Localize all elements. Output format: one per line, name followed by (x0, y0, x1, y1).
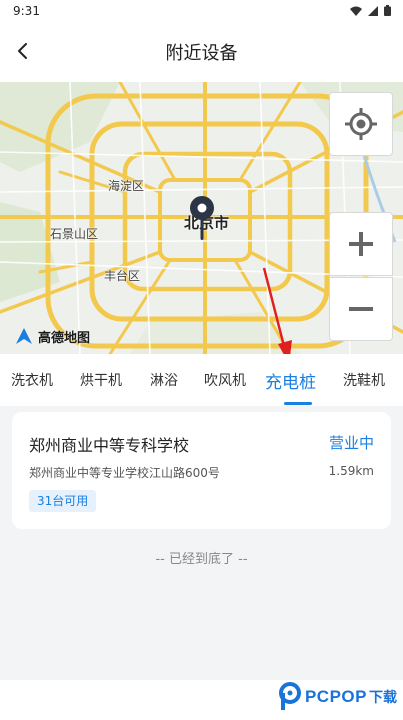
status-icons (350, 5, 391, 16)
tab-washer[interactable]: 洗衣机 (11, 370, 53, 390)
zoom-in-button[interactable] (329, 212, 393, 276)
watermark-suffix: 下载 (369, 690, 397, 706)
zoom-out-button[interactable] (329, 277, 393, 341)
tab-charging-pile[interactable]: 充电桩 (265, 368, 316, 393)
category-tabs: 洗衣机 烘干机 淋浴 吹风机 充电桩 洗鞋机 (0, 354, 403, 406)
map-label-fengtai: 丰台区 (104, 269, 141, 283)
availability-badge: 31台可用 (29, 490, 97, 512)
plus-icon (349, 232, 373, 256)
results-list: 郑州商业中等专科学校 营业中 郑州商业中等专业学校江山路600号 1.59km … (0, 406, 403, 680)
map-label-haidian: 海淀区 (108, 179, 145, 193)
end-of-list-note: -- 已经到底了 -- (155, 552, 248, 567)
map-view[interactable]: 海淀区 石景山区 丰台区 北京市 高德地图 (0, 82, 403, 354)
tab-shower[interactable]: 淋浴 (150, 370, 178, 390)
amap-logo-icon (16, 328, 32, 344)
location-pin-icon[interactable] (188, 194, 216, 242)
map-logo: 高德地图 (14, 326, 90, 346)
location-distance: 1.59km (328, 464, 374, 478)
crosshair-icon (345, 108, 377, 140)
status-time: 9:31 (13, 4, 40, 18)
page-title: 附近设备 (165, 43, 238, 64)
location-address: 郑州商业中等专业学校江山路600号 (29, 466, 220, 480)
nav-bar: 附近设备 (0, 24, 403, 82)
location-name: 郑州商业中等专科学校 (29, 436, 190, 455)
wifi-icon (350, 6, 362, 16)
tab-dryer[interactable]: 烘干机 (80, 370, 122, 390)
map-logo-text: 高德地图 (38, 330, 91, 346)
status-badge: 营业中 (328, 434, 374, 452)
minus-icon (349, 307, 373, 311)
status-bar: 9:31 (0, 0, 403, 24)
tab-hair-dryer[interactable]: 吹风机 (204, 370, 246, 390)
bottom-bar: PCPOP 下载 (0, 680, 403, 720)
map-label-shijingshan: 石景山区 (50, 227, 99, 241)
signal-icon (368, 5, 378, 16)
device-location-card[interactable]: 郑州商业中等专科学校 营业中 郑州商业中等专业学校江山路600号 1.59km … (12, 412, 391, 529)
locate-button[interactable] (329, 92, 393, 156)
tab-active-indicator (284, 402, 312, 405)
battery-icon (384, 5, 391, 16)
tab-shoe-washer[interactable]: 洗鞋机 (343, 370, 385, 390)
pcpop-logo-icon (278, 682, 301, 710)
watermark: PCPOP 下载 (277, 682, 397, 712)
watermark-brand: PCPOP (304, 687, 367, 706)
